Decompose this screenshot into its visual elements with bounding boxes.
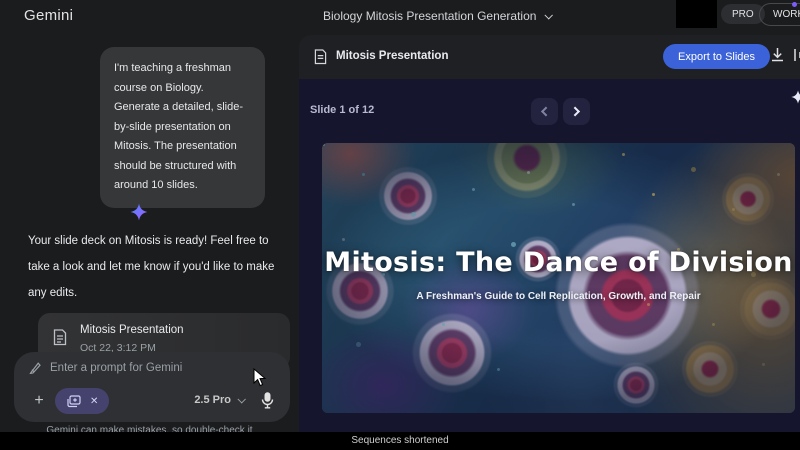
slide-viewer: Slide 1 of 12 Mitosis: The Dance of Divi… bbox=[299, 79, 800, 432]
model-label: 2.5 Pro bbox=[194, 394, 231, 406]
canvas-panel: Mitosis Presentation Export to Slides Sl… bbox=[299, 35, 800, 432]
add-attachment-button[interactable]: + bbox=[30, 392, 48, 410]
canvas-tool-chip[interactable]: ✕ bbox=[55, 388, 109, 414]
artifact-title: Mitosis Presentation bbox=[80, 324, 184, 336]
top-bar: Gemini Biology Mitosis Presentation Gene… bbox=[0, 0, 800, 32]
canvas-icon bbox=[66, 395, 81, 408]
chevron-right-icon bbox=[570, 107, 580, 117]
panel-title: Mitosis Presentation bbox=[336, 50, 448, 62]
chevron-down-icon bbox=[545, 11, 553, 19]
status-bar: Sequences shortened bbox=[0, 432, 800, 450]
chat-column: I'm teaching a freshman course on Biolog… bbox=[0, 32, 299, 432]
download-icon[interactable] bbox=[770, 47, 785, 63]
notification-dot bbox=[792, 2, 797, 7]
slide-caption: Mitosis: The Dance of Division A Freshma… bbox=[322, 247, 795, 302]
chevron-down-icon bbox=[237, 395, 245, 403]
redacted-area bbox=[676, 0, 717, 28]
slide-counter: Slide 1 of 12 bbox=[310, 104, 374, 116]
edit-sparkle-icon[interactable] bbox=[790, 89, 800, 105]
prompt-composer[interactable]: + ✕ 2.5 Pro bbox=[14, 352, 290, 422]
mouse-cursor bbox=[253, 368, 267, 388]
conversation-title: Biology Mitosis Presentation Generation bbox=[323, 9, 536, 23]
prompt-input[interactable] bbox=[50, 362, 270, 374]
panel-header: Mitosis Presentation Export to Slides bbox=[299, 35, 800, 79]
gemini-sparkle-icon bbox=[129, 202, 149, 222]
status-text: Sequences shortened bbox=[351, 435, 448, 446]
document-icon bbox=[314, 49, 327, 65]
export-to-slides-button[interactable]: Export to Slides bbox=[663, 44, 770, 69]
assistant-message: Your slide deck on Mitosis is ready! Fee… bbox=[28, 228, 286, 306]
slide-subtitle: A Freshman's Guide to Cell Replication, … bbox=[322, 291, 795, 302]
chevron-left-icon bbox=[541, 107, 551, 117]
slide-title: Mitosis: The Dance of Division bbox=[322, 247, 795, 278]
document-icon bbox=[53, 329, 67, 346]
model-selector[interactable]: 2.5 Pro bbox=[194, 394, 244, 406]
slide-preview[interactable]: Mitosis: The Dance of Division A Freshma… bbox=[322, 143, 795, 413]
gemini-logo[interactable]: Gemini bbox=[24, 7, 73, 24]
user-message-bubble: I'm teaching a freshman course on Biolog… bbox=[100, 47, 265, 208]
conversation-title-menu[interactable]: Biology Mitosis Presentation Generation bbox=[323, 9, 551, 23]
pen-icon bbox=[28, 361, 42, 375]
next-slide-button[interactable] bbox=[563, 98, 590, 125]
previous-slide-button[interactable] bbox=[531, 98, 558, 125]
remove-tool-icon[interactable]: ✕ bbox=[90, 396, 98, 407]
more-options-icon[interactable] bbox=[793, 47, 800, 63]
mic-icon[interactable] bbox=[261, 392, 274, 409]
